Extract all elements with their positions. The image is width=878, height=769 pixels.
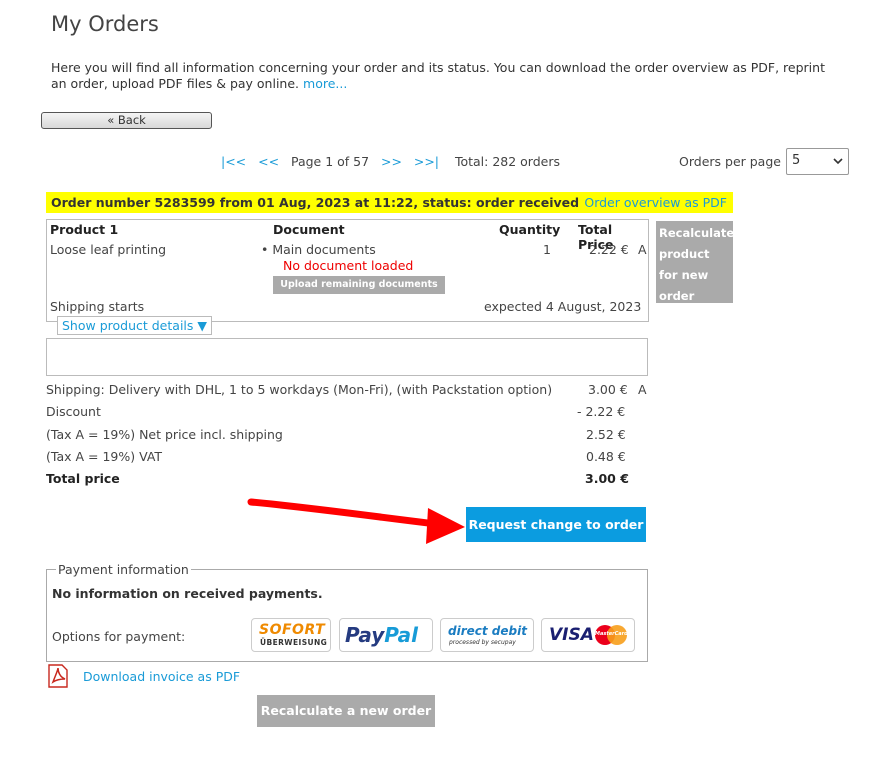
shipping-expected: expected 4 August, 2023 xyxy=(484,299,642,314)
orders-per-page-label: Orders per page xyxy=(679,154,781,169)
order-header: Order number 5283599 from 01 Aug, 2023 a… xyxy=(46,192,733,213)
summary-shipping-value: 3.00 € xyxy=(588,382,628,397)
recalculate-product-button[interactable]: Recalculate product for new order xyxy=(656,221,734,303)
shipping-starts-label: Shipping starts xyxy=(50,299,145,314)
summary-discount-label: Discount xyxy=(46,404,101,419)
orders-per-page-select[interactable]: 5 xyxy=(786,148,849,175)
more-link[interactable]: more... xyxy=(303,76,347,91)
next-page-link[interactable]: >> xyxy=(381,154,402,169)
visa-logo: VISA xyxy=(549,625,594,645)
orders-per-page-value: 5 xyxy=(792,153,801,168)
item-tax-code: A xyxy=(638,242,647,257)
prev-page-link[interactable]: << xyxy=(258,154,279,169)
payment-options-label: Options for payment: xyxy=(52,629,186,644)
recalculate-new-order-button[interactable]: Recalculate a new order xyxy=(257,695,435,727)
summary-vat-value: 0.48 € xyxy=(586,449,626,464)
item-price: 2.22 € xyxy=(589,242,629,257)
summary-total-value: 3.00 € xyxy=(585,471,629,486)
order-overview-pdf-link[interactable]: Order overview as PDF xyxy=(584,195,727,210)
intro-body: Here you will find all information conce… xyxy=(51,60,825,91)
back-button[interactable]: « Back xyxy=(41,112,212,129)
item-quantity: 1 xyxy=(543,242,551,257)
card-payment-button[interactable]: VISA MasterCard xyxy=(541,618,635,652)
total-orders: Total: 282 orders xyxy=(454,154,560,169)
order-header-text: Order number 5283599 from 01 Aug, 2023 a… xyxy=(51,195,580,210)
summary-net-label: (Tax A = 19%) Net price incl. shipping xyxy=(46,427,283,442)
direct-debit-logo-top: direct debit xyxy=(448,624,527,638)
request-change-button[interactable]: Request change to order xyxy=(466,507,646,542)
order-table: Product 1 Document Quantity Total Price … xyxy=(46,219,649,322)
document-name: • Main documents xyxy=(261,242,376,257)
summary-shipping-code: A xyxy=(638,382,647,397)
summary-shipping-label: Shipping: Delivery with DHL, 1 to 5 work… xyxy=(46,382,553,397)
mastercard-logo-text: MasterCard xyxy=(595,631,628,637)
page-title: My Orders xyxy=(51,12,159,36)
notes-box xyxy=(46,338,648,376)
first-page-link[interactable]: |<< xyxy=(221,154,246,169)
product-name: Loose leaf printing xyxy=(50,242,167,257)
show-product-details-toggle[interactable]: Show product details ▼ xyxy=(57,316,212,335)
payment-status: No information on received payments. xyxy=(52,586,323,601)
pagination: |<< << Page 1 of 57 >> >>| Total: 282 or… xyxy=(221,154,560,169)
summary-net-value: 2.52 € xyxy=(586,427,626,442)
col-document-header: Document xyxy=(273,222,345,237)
download-invoice-link[interactable]: Download invoice as PDF xyxy=(83,669,240,684)
direct-debit-logo-bottom: processed by secupay xyxy=(449,639,516,646)
col-product-header: Product 1 xyxy=(50,222,119,237)
last-page-link[interactable]: >>| xyxy=(414,154,439,169)
intro-text: Here you will find all information conce… xyxy=(51,60,841,91)
summary-discount-value: - 2.22 € xyxy=(577,404,626,419)
payment-info-legend: Payment information xyxy=(58,562,189,577)
pdf-icon xyxy=(48,664,68,688)
mastercard-logo: MasterCard xyxy=(595,625,628,645)
sofort-payment-button[interactable]: SOFORT ÜBERWEISUNG xyxy=(251,618,331,652)
sofort-logo-bottom: ÜBERWEISUNG xyxy=(260,638,328,647)
paypal-logo-b: Pal xyxy=(384,623,419,647)
page-indicator: Page 1 of 57 xyxy=(290,154,370,169)
red-arrow-icon xyxy=(247,498,465,544)
summary-vat-label: (Tax A = 19%) VAT xyxy=(46,449,163,464)
paypal-payment-button[interactable]: PayPal xyxy=(339,618,433,652)
direct-debit-payment-button[interactable]: direct debit processed by secupay xyxy=(440,618,534,652)
sofort-logo-top: SOFORT xyxy=(259,622,326,638)
document-status: No document loaded xyxy=(283,258,414,273)
paypal-logo: PayPal xyxy=(345,623,418,647)
chevron-down-icon xyxy=(833,158,843,165)
paypal-logo-a: Pay xyxy=(345,623,385,647)
summary-total-label: Total price xyxy=(46,471,120,486)
document-label: Main documents xyxy=(272,242,376,257)
upload-documents-button[interactable]: Upload remaining documents xyxy=(273,276,445,294)
col-quantity-header: Quantity xyxy=(499,222,561,237)
